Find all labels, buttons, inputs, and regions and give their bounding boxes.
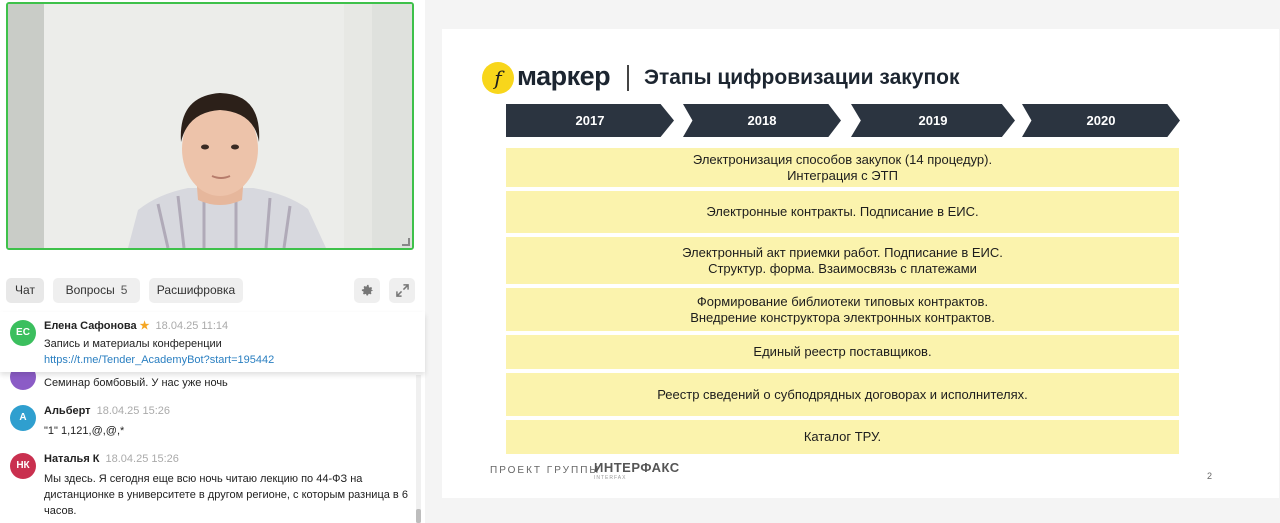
author-name: Елена Сафонова: [44, 320, 137, 332]
chat-tabs: Чат Вопросы 5 Расшифровка: [0, 270, 425, 312]
tab-transcript[interactable]: Расшифровка: [149, 278, 243, 303]
stage-row: Электронные контракты. Подписание в ЕИС.: [506, 191, 1179, 233]
tab-transcript-label: Расшифровка: [156, 283, 236, 297]
stage-row: Реестр сведений о субподрядных договорах…: [506, 373, 1179, 416]
author-name: Альберт: [44, 405, 91, 417]
message-text: Мы здесь. Я сегодня еще всю ночь читаю л…: [44, 473, 408, 517]
tab-questions-label: Вопросы: [65, 283, 115, 297]
tab-chat[interactable]: Чат: [6, 278, 44, 303]
stage-row: Каталог ТРУ.: [506, 420, 1179, 454]
stage-row: Единый реестр поставщиков.: [506, 335, 1179, 369]
stage-line: Структур. форма. Взаимосвязь с платежами: [708, 260, 977, 276]
message-author: Елена Сафонова ★ 18.04.25 11:14: [44, 319, 228, 332]
questions-count-badge: 5: [120, 283, 128, 297]
year-chevron: 2020: [1022, 104, 1180, 137]
stage-line: Внедрение конструктора электронных контр…: [690, 309, 995, 325]
resize-handle-icon[interactable]: [402, 238, 410, 246]
year-chevron: 2018: [683, 104, 841, 137]
message-author: Альберт 18.04.25 15:26: [44, 405, 170, 417]
tab-chat-label: Чат: [15, 283, 35, 297]
stage-line: Каталог ТРУ.: [803, 429, 882, 444]
stage-line: Электронизация способов закупок (14 проц…: [692, 151, 993, 167]
title-divider: [627, 65, 629, 91]
video-feed[interactable]: [6, 2, 414, 250]
message-time: 18.04.25 11:14: [155, 320, 229, 332]
page-number: 2: [1207, 471, 1213, 481]
avatar: А: [10, 405, 36, 431]
marker-logo-icon: f: [482, 62, 514, 94]
year-chevron: 2019: [851, 104, 1015, 137]
stage-row: Электронизация способов закупок (14 проц…: [506, 148, 1179, 187]
pinned-text: Запись и материалы конференции: [44, 338, 222, 350]
message-text: Запись и материалы конференции https://t…: [44, 336, 416, 368]
pinned-link[interactable]: https://t.me/Tender_AcademyBot?start=195…: [44, 352, 416, 368]
avatar: НК: [10, 453, 36, 479]
star-icon: ★: [139, 320, 150, 332]
interfax-logo-sub: INTERFAX: [594, 475, 627, 481]
author-name: Наталья К: [44, 453, 100, 465]
settings-button[interactable]: [354, 278, 380, 303]
scrollbar-thumb[interactable]: [416, 509, 421, 523]
presentation-slide: f маркер Этапы цифровизации закупок 2017…: [442, 29, 1279, 498]
slide-title: Этапы цифровизации закупок: [644, 66, 960, 89]
message-author: Наталья К 18.04.25 15:26: [44, 453, 179, 465]
speaker-figure: [128, 93, 326, 248]
tab-questions[interactable]: Вопросы 5: [53, 278, 140, 303]
stage-line: Единый реестр поставщиков.: [753, 344, 932, 359]
message-time: 18.04.25 15:26: [105, 453, 179, 465]
brand-name: маркер: [517, 61, 611, 91]
stage-row: Электронный акт приемки работ. Подписани…: [506, 237, 1179, 284]
gear-icon: [361, 284, 373, 296]
stage-line: Интеграция с ЭТП: [787, 167, 898, 183]
pinned-message: ЕС Елена Сафонова ★ 18.04.25 11:14 Запись…: [0, 312, 425, 372]
message-time: 18.04.25 15:26: [96, 405, 170, 417]
stage-line: Формирование библиотеки типовых контракт…: [696, 293, 989, 309]
left-panel: Чат Вопросы 5 Расшифровка ЕС Елена Сафоно…: [0, 0, 425, 523]
interfax-logo: ИНТЕРФАКС: [594, 460, 680, 475]
stage-line: Реестр сведений о субподрядных договорах…: [657, 386, 1028, 402]
message-text: "1" 1,121,@,@,*: [44, 425, 125, 437]
stage-row: Формирование библиотеки типовых контракт…: [506, 288, 1179, 331]
stage-line: Электронный акт приемки работ. Подписани…: [682, 244, 1003, 260]
year-chevron: 2017: [506, 104, 674, 137]
avatar: ЕС: [10, 320, 36, 346]
chat-scrollbar[interactable]: [416, 375, 421, 523]
expand-button[interactable]: [389, 278, 415, 303]
message-text: Семинар бомбовый. У нас уже ночь: [44, 377, 228, 389]
stage-line: Электронные контракты. Подписание в ЕИС.: [706, 204, 979, 219]
footer-text: ПРОЕКТ ГРУППЫ: [490, 465, 601, 476]
expand-icon: [395, 284, 409, 297]
